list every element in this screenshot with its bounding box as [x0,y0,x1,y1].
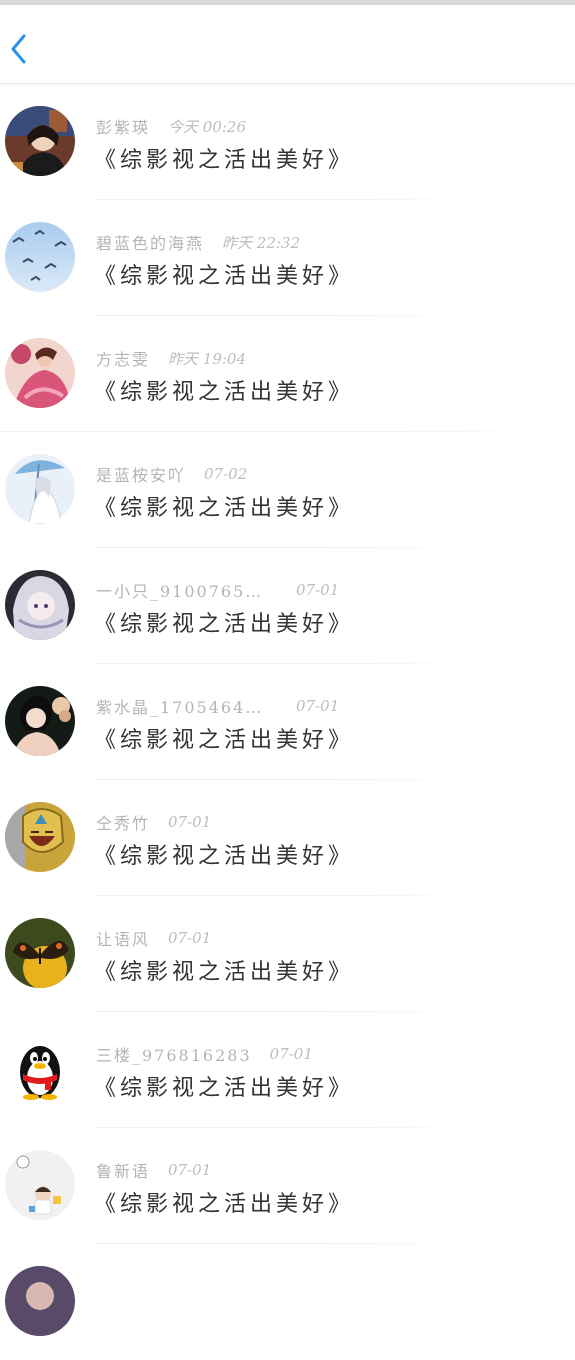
sender-name: 一小只_9100765189··· [96,582,272,601]
sender-name: 让语风 [96,930,151,949]
avatar[interactable] [5,454,75,524]
avatar[interactable] [5,570,75,640]
girl-flowers-icon [5,686,75,756]
message-text: 《综影视之活出美好》 [94,728,355,753]
timestamp: 07-01 [168,929,212,947]
timestamp: 07-01 [296,581,340,599]
sender-name: 紫水晶_1705464942··· [96,698,272,717]
sender-name: 是蓝桉安吖 [96,466,187,485]
avatar[interactable] [5,222,75,292]
sender-name: 碧蓝色的海燕 [96,234,205,253]
message-text: 《综影视之活出美好》 [94,844,355,869]
timestamp: 昨天 22:32 [222,233,301,252]
list-item[interactable]: 仝秀竹 07-01 《综影视之活出美好》 [0,780,575,896]
message-text: 《综影视之活出美好》 [94,960,355,985]
avatar[interactable] [5,1034,75,1104]
timestamp: 07-02 [204,465,248,483]
seagulls-icon [5,222,75,292]
sender-name: 彭紫瑛 [96,118,151,137]
timestamp: 07-01 [168,1161,212,1179]
sender-name: 仝秀竹 [96,814,151,833]
list-item[interactable]: 彭紫瑛 今天 00:26 《综影视之活出美好》 [0,84,575,200]
avatar[interactable] [5,686,75,756]
list-item[interactable]: 是蓝桉安吖 07-02 《综影视之活出美好》 [0,432,575,548]
child-toys-icon [5,1150,75,1220]
back-button[interactable] [6,31,32,67]
message-text: 《综影视之活出美好》 [94,496,355,521]
pink-dress-icon [5,338,75,408]
list-item[interactable]: 让语风 07-01 《综影视之活出美好》 [0,896,575,1012]
sender-name: 三楼_976816283 [96,1046,252,1065]
girl-photo-icon [5,106,75,176]
message-list: 彭紫瑛 今天 00:26 《综影视之活出美好》 碧蓝色的海燕 昨天 22:32 … [0,84,575,1360]
timestamp: 07-01 [168,813,212,831]
message-text: 《综影视之活出美好》 [94,1192,355,1217]
avatar[interactable] [5,802,75,872]
avatar[interactable] [5,338,75,408]
anime-girl-icon [5,570,75,640]
timestamp: 昨天 19:04 [168,349,247,368]
sender-name: 方志雯 [96,350,151,369]
timestamp: 今天 00:26 [168,117,247,136]
avatar[interactable] [5,1266,75,1336]
list-item[interactable]: 碧蓝色的海燕 昨天 22:32 《综影视之活出美好》 [0,200,575,316]
avatar[interactable] [5,106,75,176]
nav-bar [0,5,575,84]
message-text: 《综影视之活出美好》 [94,148,355,173]
list-item[interactable]: 方志雯 昨天 19:04 《综影视之活出美好》 [0,316,575,432]
list-item[interactable]: 鲁新语 07-01 《综影视之活出美好》 [0,1128,575,1244]
message-text: 《综影视之活出美好》 [94,1076,355,1101]
list-item[interactable] [0,1244,575,1360]
message-text: 《综影视之活出美好》 [94,612,355,637]
list-item[interactable]: 一小只_9100765189··· 07-01 《综影视之活出美好》 [0,548,575,664]
message-text: 《综影视之活出美好》 [94,264,355,289]
timestamp: 07-01 [269,1045,313,1063]
butterfly-icon [5,918,75,988]
list-item[interactable]: 紫水晶_1705464942··· 07-01 《综影视之活出美好》 [0,664,575,780]
avatar-photo-icon [5,1266,75,1336]
avatar[interactable] [5,918,75,988]
qq-penguin-icon [5,1034,75,1104]
message-text: 《综影视之活出美好》 [94,380,355,405]
golden-warrior-icon [5,802,75,872]
sender-name: 鲁新语 [96,1162,151,1181]
anime-umbrella-icon [5,454,75,524]
timestamp: 07-01 [296,697,340,715]
list-item[interactable]: 三楼_976816283 07-01 《综影视之活出美好》 [0,1012,575,1128]
avatar[interactable] [5,1150,75,1220]
chevron-left-icon [11,34,26,64]
